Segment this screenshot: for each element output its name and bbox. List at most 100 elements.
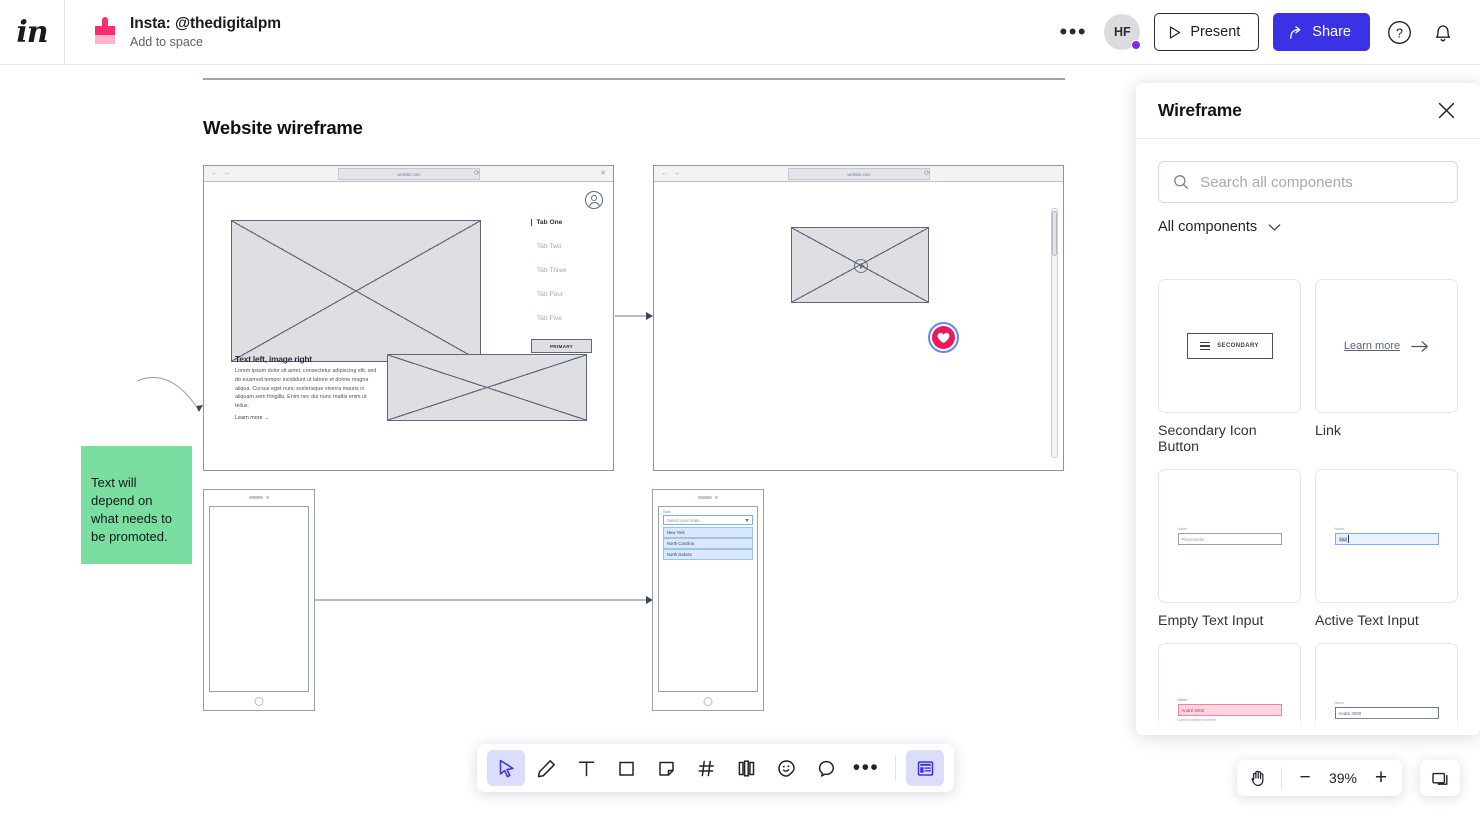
wireframe-frame-desktop-2[interactable]: ←→ website.com ⟳ <box>653 165 1064 471</box>
select-option-1[interactable]: North Carolina <box>663 538 753 549</box>
active-input-preview: Name And <box>1334 527 1439 545</box>
add-to-space-link[interactable]: Add to space <box>130 35 281 49</box>
frames-button[interactable] <box>1420 760 1460 796</box>
wireframe-text-body: Lorem ipsum dolor sit amet, consectetur … <box>235 368 377 409</box>
more-options-icon[interactable]: ••• <box>1056 15 1090 49</box>
wireframe-scrollbar-thumb[interactable] <box>1051 211 1058 256</box>
components-grid[interactable]: SECONDARY Secondary Icon Button Learn mo… <box>1136 279 1480 735</box>
input-field-label: Name <box>1334 701 1345 705</box>
secondary-image-placeholder <box>387 354 587 421</box>
zoom-controls: − 39% + <box>1237 760 1402 796</box>
sticky-note-tool[interactable] <box>647 750 685 786</box>
component-preview[interactable]: Name And <box>1315 469 1458 603</box>
hash-grid-icon <box>697 760 714 776</box>
zoom-in-button[interactable]: + <box>1366 763 1396 793</box>
select-tool[interactable] <box>487 750 525 786</box>
wireframe-tab-list: Tab One Tab Two Tab Three Tab Four Tab F… <box>531 219 611 353</box>
select-option-0[interactable]: New York <box>663 527 753 538</box>
svg-text:?: ? <box>1396 26 1403 40</box>
text-tool[interactable] <box>567 750 605 786</box>
zoom-out-button[interactable]: − <box>1290 763 1320 793</box>
components-panel-header: Wireframe <box>1136 83 1480 139</box>
wireframe-tab-0[interactable]: Tab One <box>531 219 611 226</box>
components-search-box[interactable] <box>1158 161 1458 203</box>
browser-nav-arrows-icon: ←→ <box>211 170 235 177</box>
input-field-label: Name <box>1177 527 1188 531</box>
select-field[interactable]: Select your state <box>663 515 753 525</box>
speech-bubble-icon <box>818 760 834 777</box>
select-option-2[interactable]: North Dakota <box>663 549 753 560</box>
wireframe-frame-mobile-1[interactable] <box>203 489 315 711</box>
component-tile-active-text-input[interactable]: Name And Active Text Input <box>1315 469 1458 629</box>
document-title: Insta: @thedigitalpm <box>130 15 281 32</box>
play-button-icon <box>854 259 868 273</box>
components-panel-toggle[interactable] <box>906 750 944 786</box>
components-filter-dropdown[interactable]: All components <box>1136 203 1480 239</box>
hand-tool-button[interactable] <box>1243 763 1273 793</box>
share-label: Share <box>1312 24 1351 40</box>
top-bar: in Insta: @thedigitalpm Add to space •••… <box>0 0 1480 65</box>
invision-logo[interactable]: in <box>0 0 65 65</box>
wireframe-learn-more-link[interactable]: Learn more → <box>235 415 377 421</box>
wireframe-primary-button[interactable]: PRIMARY <box>531 339 592 353</box>
wireframe-2-body <box>654 182 1063 469</box>
present-button[interactable]: Present <box>1154 13 1260 51</box>
component-tile-empty-text-input[interactable]: Name Placeholder Empty Text Input <box>1158 469 1301 629</box>
chevron-down-icon <box>1268 223 1281 231</box>
input-field-box: And <box>1334 533 1439 545</box>
component-preview[interactable]: Name Placeholder <box>1158 469 1301 603</box>
cursor-icon <box>499 759 514 777</box>
columns-icon <box>738 759 754 777</box>
arrow-right-icon <box>1411 340 1428 352</box>
more-tools[interactable]: ••• <box>847 750 885 786</box>
components-panel: Wireframe All components <box>1136 83 1480 735</box>
search-input[interactable] <box>1200 173 1443 191</box>
hand-icon <box>1251 770 1264 787</box>
close-icon[interactable] <box>1434 99 1458 123</box>
template-tool[interactable] <box>727 750 765 786</box>
document-info[interactable]: Insta: @thedigitalpm Add to space <box>65 15 281 49</box>
app-root: in Insta: @thedigitalpm Add to space •••… <box>0 0 1480 818</box>
link-preview: Learn more <box>1344 340 1429 353</box>
pen-tool[interactable] <box>527 750 565 786</box>
grid-tool[interactable] <box>687 750 725 786</box>
search-icon <box>1174 175 1189 190</box>
browser-reload-icon: ⟳ <box>924 170 930 177</box>
component-preview[interactable]: Learn more <box>1315 279 1458 413</box>
wireframe-tab-1[interactable]: Tab Two <box>531 243 611 250</box>
sticker-tool[interactable] <box>767 750 805 786</box>
canvas-section-title: Website wireframe <box>203 117 363 138</box>
zoom-divider <box>1281 767 1282 789</box>
canvas-area[interactable]: Website wireframe ←→ website.com ⟳ ✕ Tab… <box>0 65 1136 818</box>
reaction-heart-badge[interactable] <box>928 322 959 353</box>
component-tile-label: Secondary Icon Button <box>1158 423 1257 455</box>
component-tile-link[interactable]: Learn more Link <box>1315 279 1458 455</box>
wireframe-tab-4[interactable]: Tab Five <box>531 315 611 322</box>
notifications-button[interactable] <box>1428 17 1458 47</box>
link-text: Learn more <box>1343 340 1401 352</box>
empty-input-preview: Name Placeholder <box>1177 527 1282 545</box>
avatar[interactable]: HF <box>1104 14 1142 50</box>
comment-tool[interactable] <box>807 750 845 786</box>
share-button[interactable]: Share <box>1273 13 1370 51</box>
wireframe-tab-3[interactable]: Tab Four <box>531 291 611 298</box>
share-arrow-icon <box>1290 25 1301 39</box>
component-tile-label: Empty Text Input <box>1158 613 1264 629</box>
shape-tool[interactable] <box>607 750 645 786</box>
phone-screen-1 <box>209 506 309 692</box>
sticky-note[interactable]: Text will depend on what needs to be pro… <box>81 446 192 564</box>
wireframe-tab-2[interactable]: Tab Three <box>531 267 611 274</box>
browser-chrome-2: ←→ website.com ⟳ <box>654 166 1063 182</box>
component-preview[interactable]: SECONDARY <box>1158 279 1301 413</box>
input-field-label: Name <box>1334 527 1345 531</box>
sticker-face-icon <box>777 759 795 777</box>
select-field-label: State <box>663 510 672 514</box>
input-field-label: Name <box>1177 698 1188 702</box>
wireframe-frame-mobile-2[interactable]: State Select your state New York North C… <box>652 489 764 711</box>
wireframe-frame-desktop-1[interactable]: ←→ website.com ⟳ ✕ Tab One Tab Two Tab T… <box>203 165 614 471</box>
component-tile-secondary-icon-button[interactable]: SECONDARY Secondary Icon Button <box>1158 279 1301 455</box>
wireframe-text-block: Text left, image right Lorem ipsum dolor… <box>235 354 377 421</box>
browser-close-icon: ✕ <box>600 170 606 177</box>
heart-icon <box>932 326 955 349</box>
help-button[interactable]: ? <box>1384 17 1414 47</box>
